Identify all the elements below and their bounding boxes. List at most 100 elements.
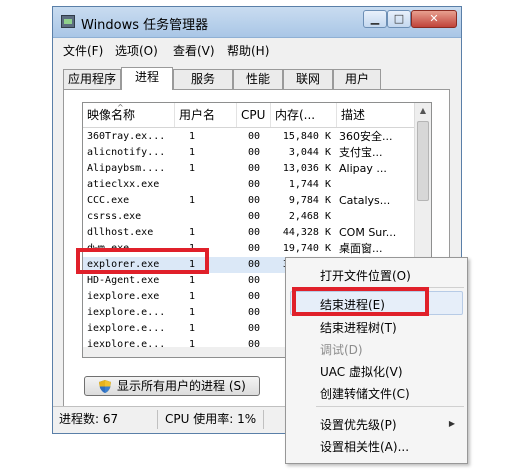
cell-memory: 1,744 K: [288, 179, 331, 190]
menu-view[interactable]: 查看(V): [173, 42, 215, 59]
cpu-usage: CPU 使用率: 1%: [165, 412, 257, 426]
tab-strip: 应用程序 进程 服务 性能 联网 用户: [63, 67, 453, 90]
cell-memory: 3,044 K: [288, 147, 331, 158]
close-button[interactable]: ✕: [411, 10, 457, 28]
cell-name: iexplore.e...: [87, 323, 166, 334]
tab-services[interactable]: 服务: [173, 69, 233, 89]
cell-description: Alipay ...: [339, 162, 387, 175]
maximize-button[interactable]: □: [387, 10, 411, 28]
cell-cpu: 00: [247, 291, 261, 302]
menu-debug: 调试(D): [320, 343, 363, 357]
tab-users[interactable]: 用户: [333, 69, 381, 89]
show-all-processes-button[interactable]: 显示所有用户的进程 (S): [84, 376, 260, 396]
cell-memory: 15,840 K: [282, 131, 331, 142]
column-user-name[interactable]: 用户名: [175, 103, 237, 127]
cell-name: atieclxx.exe: [87, 179, 160, 190]
tab-applications[interactable]: 应用程序: [63, 69, 121, 89]
cell-memory: 19,740 K: [282, 243, 331, 254]
cell-cpu: 00: [247, 323, 261, 334]
cell-cpu: 00: [247, 211, 261, 222]
cell-description: Catalys...: [339, 194, 391, 207]
task-manager-icon: [61, 15, 75, 28]
menu-set-affinity[interactable]: 设置相关性(A)...: [320, 438, 409, 455]
menu-help[interactable]: 帮助(H): [227, 42, 269, 59]
scroll-up-icon[interactable]: ▲: [415, 103, 431, 119]
cell-user: 1: [189, 147, 196, 158]
cell-user: 1: [189, 163, 196, 174]
column-memory[interactable]: 内存(...: [271, 103, 337, 127]
table-row[interactable]: atieclxx.exe 00 1,744 K: [83, 177, 415, 193]
show-all-processes-label: 显示所有用户的进程 (S): [117, 379, 246, 393]
cell-description: 桌面窗...: [339, 242, 383, 255]
explorer-row-highlight: [76, 248, 209, 274]
title-bar[interactable]: Windows 任务管理器 ▁ □ ✕: [53, 7, 461, 38]
cell-name: dllhost.exe: [87, 227, 154, 238]
scroll-thumb[interactable]: [417, 121, 429, 201]
status-divider: [263, 410, 264, 429]
tab-performance[interactable]: 性能: [233, 69, 283, 89]
table-row[interactable]: Alipaybsm.... 1 00 13,036 K Alipay ...: [83, 161, 415, 177]
cell-memory: 44,328 K: [282, 227, 331, 238]
cell-cpu: 00: [247, 307, 261, 318]
menu-separator: [316, 406, 464, 407]
cell-memory: 2,468 K: [288, 211, 331, 222]
cell-name: csrss.exe: [87, 211, 142, 222]
menu-end-process-tree[interactable]: 结束进程树(T): [320, 319, 397, 336]
column-header-row: 映像名称 ^ 用户名 CPU 内存(... 描述: [83, 103, 415, 128]
cell-cpu: 00: [247, 227, 261, 238]
table-row[interactable]: 360Tray.ex... 1 00 15,840 K 360安全...: [83, 129, 415, 145]
column-cpu[interactable]: CPU: [237, 103, 271, 127]
cell-user: 1: [189, 291, 196, 302]
table-row[interactable]: CCC.exe 1 00 9,784 K Catalys...: [83, 193, 415, 209]
column-description[interactable]: 描述: [337, 103, 415, 127]
cell-cpu: 00: [247, 179, 261, 190]
cell-name: alicnotify...: [87, 147, 166, 158]
cell-user: 1: [189, 323, 196, 334]
window-title: Windows 任务管理器: [81, 18, 209, 33]
cell-cpu: 00: [247, 131, 261, 142]
table-row[interactable]: dllhost.exe 1 00 44,328 K COM Sur...: [83, 225, 415, 241]
cell-cpu: 00: [247, 195, 261, 206]
cell-memory: 9,784 K: [288, 195, 331, 206]
end-process-highlight: [292, 287, 429, 316]
minimize-button[interactable]: ▁: [363, 10, 387, 28]
menu-options[interactable]: 选项(O): [115, 42, 158, 59]
menu-uac-virtualization[interactable]: UAC 虚拟化(V): [320, 363, 403, 380]
cell-user: 1: [189, 275, 196, 286]
cell-description: 支付宝...: [339, 146, 383, 159]
cell-name: HD-Agent.exe: [87, 275, 160, 286]
cell-name: iexplore.e...: [87, 307, 166, 318]
cell-user: 1: [189, 227, 196, 238]
status-divider: [157, 410, 158, 429]
cell-user: 1: [189, 307, 196, 318]
cell-description: COM Sur...: [339, 226, 397, 239]
tab-processes[interactable]: 进程: [121, 67, 173, 90]
cell-name: CCC.exe: [87, 195, 130, 206]
uac-shield-icon: [99, 380, 111, 393]
menu-open-file-location[interactable]: 打开文件位置(O): [320, 267, 411, 284]
sort-arrow-icon: ^: [117, 103, 124, 112]
process-count: 进程数: 67: [59, 412, 119, 426]
tab-networking[interactable]: 联网: [283, 69, 333, 89]
cell-user: 1: [189, 195, 196, 206]
column-image-name[interactable]: 映像名称 ^: [83, 103, 175, 127]
cell-name: 360Tray.ex...: [87, 131, 166, 142]
table-row[interactable]: csrss.exe 00 2,468 K: [83, 209, 415, 225]
cell-cpu: 00: [247, 243, 261, 254]
menu-set-priority[interactable]: 设置优先级(P): [320, 416, 397, 433]
cell-cpu: 00: [247, 275, 261, 286]
table-row[interactable]: alicnotify... 1 00 3,044 K 支付宝...: [83, 145, 415, 161]
menu-file[interactable]: 文件(F): [63, 42, 103, 59]
cell-name: Alipaybsm....: [87, 163, 166, 174]
cell-name: iexplore.exe: [87, 291, 160, 302]
menu-bar: 文件(F) 选项(O) 查看(V) 帮助(H): [53, 38, 461, 58]
cell-cpu: 00: [247, 147, 261, 158]
submenu-arrow-icon: ▶: [448, 419, 455, 428]
menu-create-dump-file[interactable]: 创建转储文件(C): [320, 385, 410, 402]
cell-user: 1: [189, 131, 196, 142]
cell-cpu: 00: [247, 163, 261, 174]
column-image-name-label: 映像名称: [87, 108, 136, 122]
cell-memory: 13,036 K: [282, 163, 331, 174]
cell-description: 360安全...: [339, 130, 393, 143]
cell-cpu: 00: [247, 259, 261, 270]
